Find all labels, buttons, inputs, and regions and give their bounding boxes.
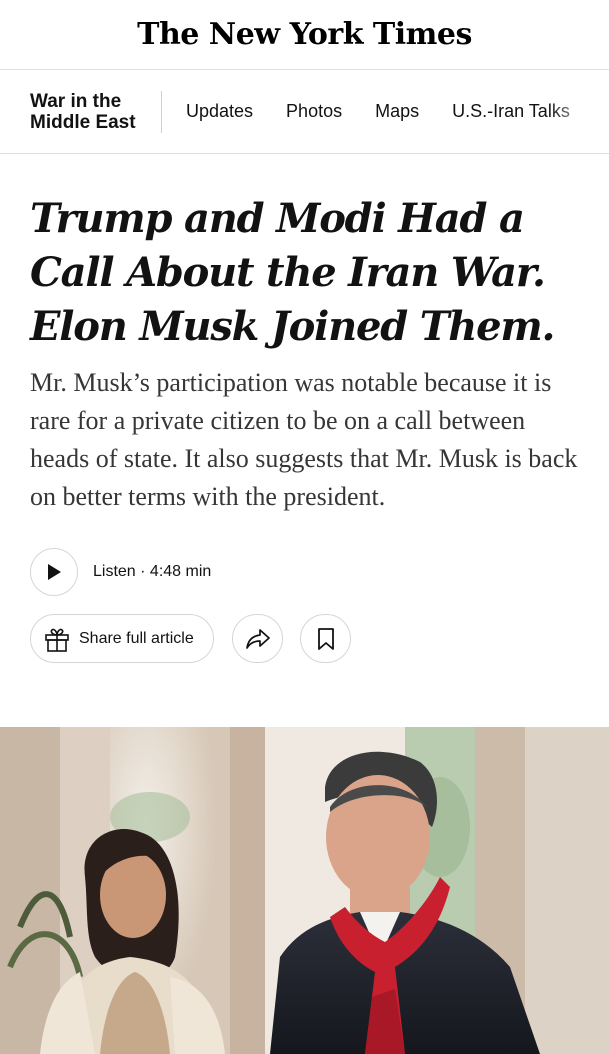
listen-label[interactable]: Listen · 4:48 min: [93, 563, 211, 581]
save-button[interactable]: [300, 614, 351, 663]
actions-row: Share full article: [30, 614, 579, 663]
article-photo: [0, 727, 609, 1054]
article-summary: Mr. Musk’s participation was notable bec…: [30, 368, 578, 511]
section-label-line2: Middle East: [30, 111, 136, 133]
share-button[interactable]: [232, 614, 283, 663]
share-full-article-button[interactable]: Share full article: [30, 614, 214, 663]
nav-item-photos[interactable]: Photos: [286, 101, 342, 122]
nav-fade: [549, 70, 609, 153]
photo-illustration: [0, 727, 609, 1054]
bookmark-icon: [317, 627, 334, 650]
section-nav: War in the Middle East Updates Photos Ma…: [0, 70, 609, 154]
listen-row: Listen · 4:48 min: [30, 548, 579, 596]
play-icon: [48, 564, 61, 580]
share-label: Share full article: [79, 629, 194, 647]
section-label[interactable]: War in the Middle East: [0, 90, 162, 133]
article: Trump and Modi Had a Call About the Iran…: [0, 154, 609, 663]
nav-items: Updates Photos Maps U.S.-Iran Talks: [162, 101, 603, 122]
nav-item-maps[interactable]: Maps: [375, 101, 419, 122]
share-arrow-icon: [245, 628, 270, 649]
headline: Trump and Modi Had a Call About the Iran…: [30, 195, 555, 350]
play-button[interactable]: [30, 548, 78, 596]
section-label-line1: War in the: [30, 90, 122, 112]
gift-icon: [45, 628, 69, 652]
masthead: The New York Times: [0, 0, 609, 70]
nyt-logo[interactable]: The New York Times: [137, 17, 472, 52]
nav-item-updates[interactable]: Updates: [186, 101, 253, 122]
